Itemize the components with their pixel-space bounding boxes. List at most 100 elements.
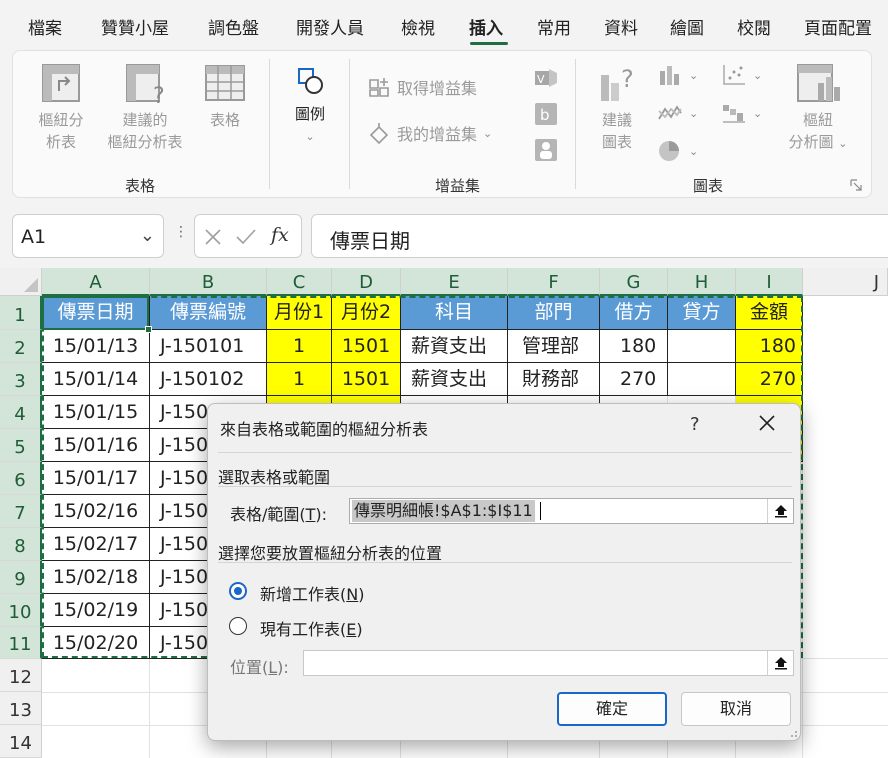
column-header-g[interactable]: G (600, 268, 668, 296)
column-header-c[interactable]: C (267, 268, 332, 296)
new-worksheet-label[interactable]: 新增工作表(N) (260, 581, 364, 605)
row-header-13[interactable]: 13 (0, 692, 42, 725)
bing-maps-icon[interactable]: b (533, 101, 559, 127)
header-cell[interactable]: 部門 (508, 296, 600, 330)
dialog-launcher-icon[interactable] (850, 179, 862, 191)
table-button[interactable]: 表格 (199, 61, 251, 131)
name-box[interactable]: A1 ⌄ (12, 214, 164, 258)
tab-insert[interactable]: 插入 (469, 14, 503, 39)
voucher-cell[interactable]: J-150101 (150, 330, 267, 363)
month1-cell[interactable]: 1 (267, 363, 332, 396)
help-button[interactable]: ? (690, 414, 700, 435)
recommended-charts-button[interactable]: ? 建議 圖表 (589, 61, 645, 153)
credit-cell[interactable] (668, 330, 736, 363)
row-header-6[interactable]: 6 (0, 462, 42, 495)
tab-view[interactable]: 檢視 (401, 14, 435, 39)
month2-cell[interactable]: 1501 (332, 330, 401, 363)
header-cell[interactable]: 月份1 (267, 296, 332, 330)
date-cell[interactable]: 15/01/15 (42, 396, 150, 429)
header-cell[interactable]: 科目 (401, 296, 508, 330)
get-addins-button[interactable]: 取得增益集 (367, 75, 477, 99)
column-header-h[interactable]: H (668, 268, 736, 296)
tab-draw[interactable]: 繪圖 (670, 14, 704, 39)
amount-cell[interactable]: 180 (736, 330, 803, 363)
row-header-4[interactable]: 4 (0, 396, 42, 429)
visio-icon[interactable]: V (533, 65, 559, 91)
row-header-7[interactable]: 7 (0, 495, 42, 528)
my-addins-button[interactable]: 我的增益集 ⌄ (367, 121, 492, 145)
column-header-e[interactable]: E (401, 268, 508, 296)
column-chart-button[interactable]: ⌄ (657, 63, 698, 87)
debit-cell[interactable]: 270 (600, 363, 668, 396)
column-header-j[interactable]: J (803, 268, 888, 296)
existing-worksheet-label[interactable]: 現有工作表(E) (260, 616, 363, 640)
credit-cell[interactable] (668, 363, 736, 396)
header-cell[interactable]: 月份2 (332, 296, 401, 330)
account-cell[interactable]: 薪資支出 (401, 363, 508, 396)
existing-worksheet-radio[interactable] (229, 617, 247, 635)
tab-palette[interactable]: 調色盤 (208, 14, 259, 39)
amount-cell[interactable]: 270 (736, 363, 803, 396)
location-input[interactable] (303, 650, 794, 676)
cancel-button[interactable]: 取消 (681, 692, 791, 726)
header-cell[interactable]: 金額 (736, 296, 803, 330)
pivot-table-button[interactable]: 樞紐分 析表 (27, 61, 95, 153)
column-header-i[interactable]: I (736, 268, 803, 296)
close-icon[interactable] (756, 412, 778, 434)
row-header-10[interactable]: 10 (0, 594, 42, 627)
tab-home[interactable]: 常用 (537, 14, 571, 39)
row-header-14[interactable]: 14 (0, 725, 42, 758)
collapse-dialog-button[interactable] (767, 499, 793, 523)
tab-zanzan[interactable]: 贊贊小屋 (101, 14, 169, 39)
department-cell[interactable]: 財務部 (508, 363, 600, 396)
date-cell[interactable]: 15/01/16 (42, 429, 150, 462)
date-cell[interactable]: 15/02/20 (42, 627, 150, 659)
tab-page-layout[interactable]: 頁面配置 (804, 14, 872, 39)
tab-developer[interactable]: 開發人員 (296, 14, 364, 39)
tab-data[interactable]: 資料 (604, 14, 638, 39)
row-header-8[interactable]: 8 (0, 528, 42, 561)
select-all-corner[interactable] (0, 268, 42, 296)
month2-cell[interactable]: 1501 (332, 363, 401, 396)
row-header-5[interactable]: 5 (0, 429, 42, 462)
ok-button[interactable]: 確定 (557, 692, 667, 726)
more-options-icon[interactable]: ⋮ (174, 224, 188, 240)
header-cell[interactable]: 傳票編號 (150, 296, 267, 330)
insert-function-icon[interactable]: fx (271, 224, 289, 246)
row-header-9[interactable]: 9 (0, 561, 42, 594)
date-cell[interactable]: 15/01/13 (42, 330, 150, 363)
row-header-1[interactable]: 1 (0, 296, 42, 330)
people-graph-icon[interactable] (533, 137, 559, 163)
line-chart-button[interactable]: ⌄ (657, 101, 698, 125)
row-header-3[interactable]: 3 (0, 363, 42, 396)
tab-file[interactable]: 檔案 (28, 14, 62, 39)
date-cell[interactable]: 15/01/17 (42, 462, 150, 495)
scatter-chart-button[interactable]: ⌄ (721, 63, 762, 87)
chevron-down-icon[interactable]: ⌄ (140, 225, 155, 246)
waterfall-chart-button[interactable]: ⌄ (721, 101, 762, 125)
fill-handle[interactable] (145, 326, 152, 333)
header-cell[interactable]: 貸方 (668, 296, 736, 330)
cancel-icon[interactable] (203, 227, 223, 247)
row-header-12[interactable]: 12 (0, 659, 42, 692)
formula-input[interactable]: 傳票日期 (311, 214, 888, 258)
header-cell[interactable]: 借方 (600, 296, 668, 330)
date-cell[interactable]: 15/02/19 (42, 594, 150, 627)
row-header-2[interactable]: 2 (0, 330, 42, 363)
debit-cell[interactable]: 180 (600, 330, 668, 363)
range-input[interactable]: 傳票明細帳!$A$1:$I$11 (349, 498, 794, 524)
account-cell[interactable]: 薪資支出 (401, 330, 508, 363)
month1-cell[interactable]: 1 (267, 330, 332, 363)
column-header-b[interactable]: B (150, 268, 267, 296)
department-cell[interactable]: 管理部 (508, 330, 600, 363)
tab-review[interactable]: 校閱 (737, 14, 771, 39)
date-cell[interactable]: 15/02/18 (42, 561, 150, 594)
voucher-cell[interactable]: J-150102 (150, 363, 267, 396)
pivot-chart-button[interactable]: 樞紐 分析圖 ⌄ (779, 61, 857, 155)
date-cell[interactable]: 15/02/17 (42, 528, 150, 561)
column-header-f[interactable]: F (508, 268, 600, 296)
row-header-11[interactable]: 11 (0, 627, 42, 659)
collapse-location-button[interactable] (767, 651, 793, 675)
new-worksheet-radio[interactable] (229, 582, 247, 600)
date-cell[interactable]: 15/02/16 (42, 495, 150, 528)
